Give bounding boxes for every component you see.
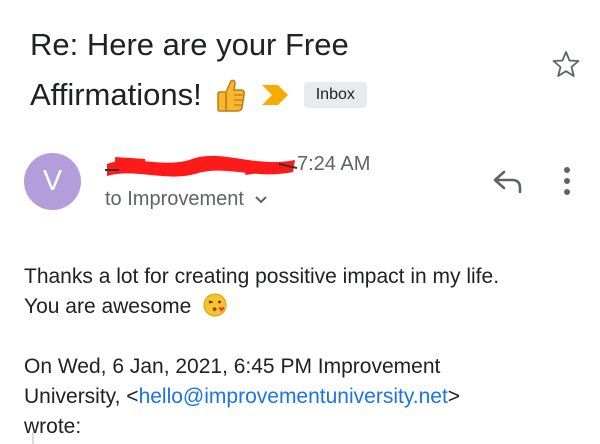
inbox-label-badge[interactable]: Inbox xyxy=(303,82,367,108)
recipient-details[interactable]: to Improvement xyxy=(105,188,268,211)
sender-avatar[interactable]: V xyxy=(24,153,81,210)
body-line-2-row: You are awesome xyxy=(24,292,584,322)
kiss-emoji-icon xyxy=(203,293,227,317)
chevron-down-icon[interactable] xyxy=(254,195,268,205)
importance-marker-icon[interactable] xyxy=(261,85,288,105)
reply-icon[interactable] xyxy=(492,168,524,194)
quote-suffix: > xyxy=(447,385,461,408)
redacted-sender-name[interactable] xyxy=(105,150,297,182)
star-icon[interactable] xyxy=(552,50,580,78)
quote-line-2-row: University, <hello@improvementuniversity… xyxy=(24,382,584,412)
body-line-2: You are awesome xyxy=(24,295,192,318)
quote-prefix: University, < xyxy=(24,385,139,408)
avatar-letter: V xyxy=(42,165,63,197)
message-time: 7:24 AM xyxy=(297,153,371,175)
quote-email-link[interactable]: hello@improvementuniversity.net xyxy=(139,385,448,408)
subject-line-1: Re: Here are your Free xyxy=(30,27,349,62)
quote-line-1: On Wed, 6 Jan, 2021, 6:45 PM Improvement xyxy=(24,355,441,378)
recipient-text: to Improvement xyxy=(105,188,244,210)
body-line-1: Thanks a lot for creating possitive impa… xyxy=(24,265,500,288)
quote-line-3: wrote: xyxy=(24,415,82,438)
more-vert-icon[interactable] xyxy=(560,165,574,197)
thumbs-up-emoji-icon xyxy=(216,79,245,112)
subject-heading: Re: Here are your Free Affirmations! Inb… xyxy=(30,20,550,120)
quoted-header: On Wed, 6 Jan, 2021, 6:45 PM Improvement… xyxy=(24,352,584,442)
subject-line-2-row: Affirmations! Inbox xyxy=(30,70,550,120)
message-body: Thanks a lot for creating possitive impa… xyxy=(24,262,584,442)
quote-bar xyxy=(32,432,34,444)
subject-line-2: Affirmations! xyxy=(30,77,202,112)
